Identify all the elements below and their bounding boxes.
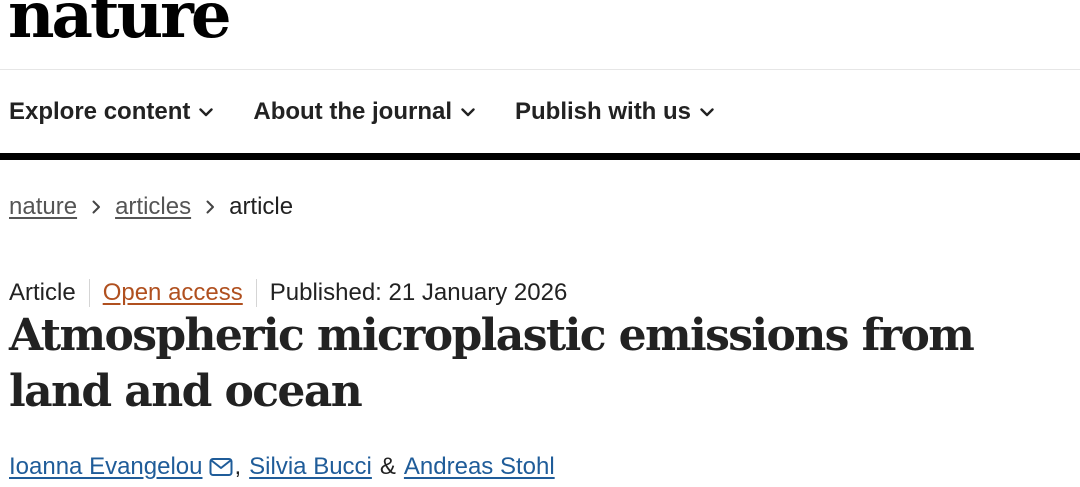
author-link[interactable]: Silvia Bucci [249,453,372,481]
author-separator: , [234,453,242,480]
meta-divider [255,279,257,307]
nav-publish-with-us[interactable]: Publish with us [515,98,714,126]
meta-divider [88,279,90,307]
author-separator: & [379,453,396,480]
article-type: Article [9,279,76,306]
chevron-down-icon [461,107,475,116]
nav-explore-content-label: Explore content [9,98,191,125]
site-logo[interactable]: nature [8,0,232,48]
author-link[interactable]: Andreas Stohl [404,453,555,481]
author-link[interactable]: Ioanna Evangelou [9,453,203,481]
header-divider [0,69,1080,70]
breadcrumb: nature articles article [9,193,293,221]
nav-rule [0,153,1080,160]
breadcrumb-current: article [229,193,294,220]
nav-explore-content[interactable]: Explore content [9,98,214,126]
chevron-down-icon [199,107,214,116]
published-date: Published: 21 January 2026 [269,279,568,306]
breadcrumb-link-nature[interactable]: nature [9,193,77,221]
breadcrumb-link-articles[interactable]: articles [115,193,191,221]
nav-about-the-journal[interactable]: About the journal [253,98,475,126]
mail-icon[interactable] [209,457,233,477]
main-nav: Explore content About the journal Publis… [9,96,754,128]
nav-publish-with-us-label: Publish with us [515,98,692,125]
chevron-down-icon [700,107,714,116]
nav-about-the-journal-label: About the journal [253,98,453,125]
chevron-right-icon [92,200,101,214]
chevron-right-icon [206,200,215,214]
article-meta: Article Open access Published: 21 Januar… [9,279,567,307]
open-access-link[interactable]: Open access [103,279,243,307]
article-title: Atmospheric microplastic emissions from … [9,310,975,417]
author-list: Ioanna Evangelou , Silvia Bucci & Andrea… [9,453,555,481]
